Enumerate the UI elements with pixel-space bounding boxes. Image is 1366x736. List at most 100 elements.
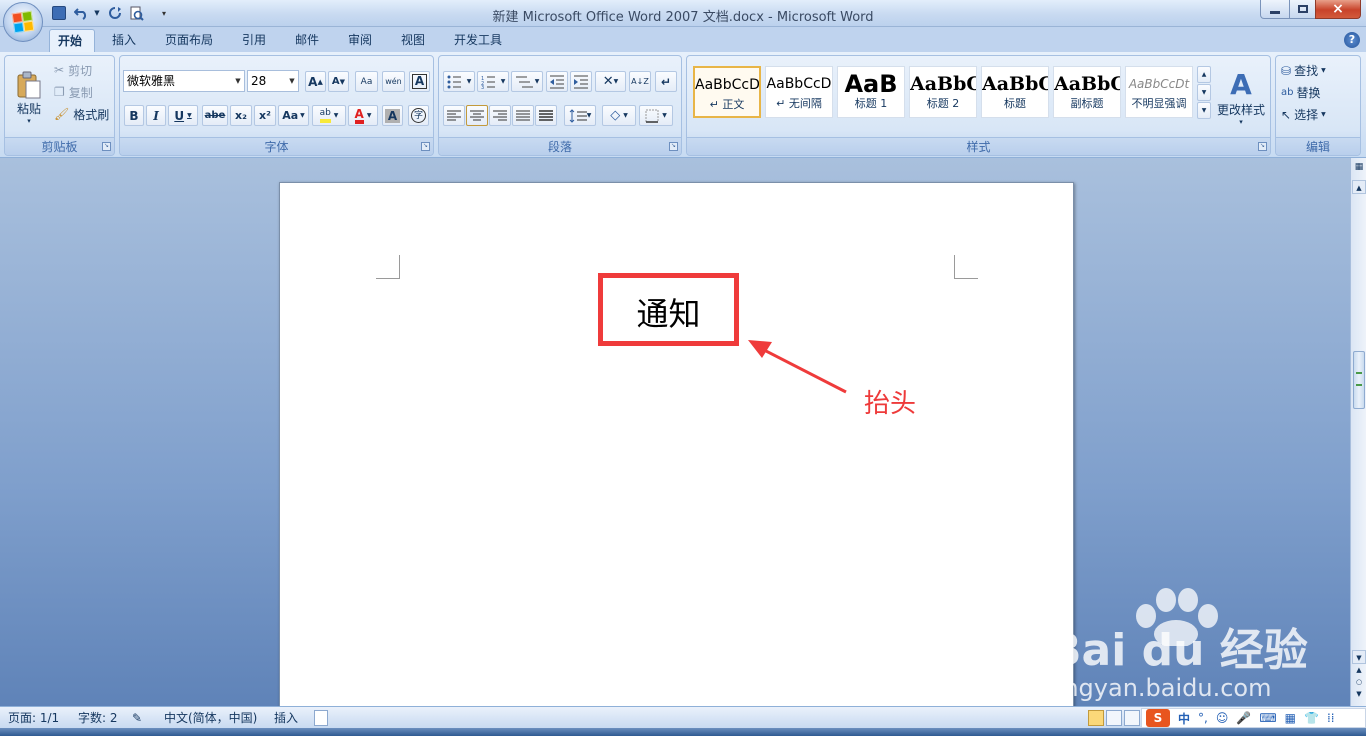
language-status[interactable]: 中文(简体，中国) [164, 710, 257, 726]
styles-scroll-up-button[interactable]: ▲ [1197, 66, 1211, 83]
decrease-indent-button[interactable] [546, 71, 568, 92]
next-page-icon[interactable]: ▼ [1352, 690, 1366, 702]
italic-button[interactable]: I [146, 105, 166, 126]
page-count[interactable]: 页面: 1/1 [8, 710, 59, 726]
restore-button[interactable] [1289, 0, 1316, 19]
style-subtitle[interactable]: AaBbC 副标题 [1053, 66, 1121, 118]
line-spacing-button[interactable]: ▼ [564, 105, 596, 126]
document-heading[interactable]: 通知 [598, 289, 739, 335]
align-left-button[interactable] [443, 105, 465, 126]
ime-language-toggle[interactable]: 中 [1178, 710, 1190, 727]
sort-button[interactable]: A↓Z [629, 71, 651, 92]
font-color-button[interactable]: A ▼ [348, 105, 378, 126]
browse-object-icon[interactable]: ○ [1352, 678, 1366, 690]
numbering-button[interactable]: 1 2 3 ▼ [477, 71, 509, 92]
insert-mode[interactable]: 插入 [274, 710, 298, 726]
ime-toolbox-icon[interactable]: ▦ [1285, 711, 1296, 725]
undo-icon[interactable] [72, 4, 90, 22]
justify-button[interactable] [512, 105, 534, 126]
character-shading-button[interactable]: A [382, 105, 403, 126]
tab-review[interactable]: 审阅 [340, 29, 380, 52]
tab-home[interactable]: 开始 [49, 29, 95, 52]
change-case-button[interactable]: Aa ▼ [278, 105, 309, 126]
tab-view[interactable]: 视图 [393, 29, 433, 52]
highlight-color-button[interactable]: ab ▼ [312, 105, 346, 126]
punctuation-icon[interactable]: °, [1198, 711, 1208, 725]
shading-button[interactable]: ◇ ▼ [602, 105, 636, 126]
tab-insert[interactable]: 插入 [104, 29, 144, 52]
increase-indent-button[interactable] [570, 71, 592, 92]
style-title[interactable]: AaBbC 标题 [981, 66, 1049, 118]
underline-button[interactable]: U ▼ [168, 105, 198, 126]
grow-font-button[interactable]: A ▲ [305, 71, 326, 92]
scroll-up-button[interactable]: ▲ [1352, 180, 1366, 194]
style-no-spacing[interactable]: AaBbCcD ↵ 无间隔 [765, 66, 833, 118]
microphone-icon[interactable]: 🎤 [1236, 711, 1251, 725]
paragraph-launcher-icon[interactable]: ↘ [669, 142, 678, 151]
save-icon[interactable] [50, 4, 68, 22]
style-heading-2[interactable]: AaBbC 标题 2 [909, 66, 977, 118]
style-subtle-emphasis[interactable]: AaBbCcDt 不明显强调 [1125, 66, 1193, 118]
style-heading-1[interactable]: AaB 标题 1 [837, 66, 905, 118]
styles-launcher-icon[interactable]: ↘ [1258, 142, 1267, 151]
tab-mailings[interactable]: 邮件 [287, 29, 327, 52]
skin-icon[interactable]: 👕 [1304, 711, 1319, 725]
help-icon[interactable]: ? [1344, 32, 1360, 48]
align-right-button[interactable] [489, 105, 511, 126]
clipboard-launcher-icon[interactable]: ↘ [102, 142, 111, 151]
subscript-button[interactable]: x₂ [230, 105, 252, 126]
keyboard-icon[interactable]: ⌨ [1259, 711, 1276, 725]
ruler-toggle-icon[interactable]: ▦ [1353, 162, 1365, 176]
sogou-ime-icon[interactable]: S [1146, 709, 1170, 727]
align-center-button[interactable] [466, 105, 488, 126]
print-layout-view-icon[interactable] [1088, 710, 1104, 726]
emoji-icon[interactable]: ☺ [1216, 711, 1229, 725]
scroll-down-button[interactable]: ▼ [1352, 650, 1366, 664]
redo-icon[interactable] [106, 4, 124, 22]
web-layout-view-icon[interactable] [1124, 710, 1140, 726]
multilevel-list-button[interactable]: ▼ [511, 71, 543, 92]
superscript-button[interactable]: x² [254, 105, 276, 126]
close-button[interactable]: × [1315, 0, 1361, 19]
macro-record-icon[interactable] [314, 710, 328, 726]
character-border-button[interactable]: A [409, 71, 430, 92]
styles-scroll-down-button[interactable]: ▼ [1197, 84, 1211, 101]
find-button[interactable]: ⛁ 查找 ▼ [1280, 61, 1327, 80]
full-screen-reading-icon[interactable] [1106, 710, 1122, 726]
undo-dropdown-icon[interactable]: ▼ [92, 4, 102, 22]
bold-button[interactable]: B [124, 105, 144, 126]
asian-layout-button[interactable]: ✕ ▼ [595, 71, 626, 92]
style-normal[interactable]: AaBbCcD ↵ 正文 [693, 66, 761, 118]
select-button[interactable]: ↖ 选择 ▼ [1280, 105, 1327, 124]
ime-grid-icon[interactable]: ⁞⁞ [1327, 711, 1335, 725]
cut-button[interactable]: ✂ 剪切 [53, 61, 93, 79]
previous-page-icon[interactable]: ▲ [1352, 666, 1366, 678]
tab-developer[interactable]: 开发工具 [446, 29, 510, 52]
distributed-button[interactable] [535, 105, 557, 126]
font-launcher-icon[interactable]: ↘ [421, 142, 430, 151]
clear-formatting-button[interactable]: Aa [355, 71, 378, 92]
paste-button[interactable]: 粘贴 ▾ [9, 60, 49, 134]
change-styles-button[interactable]: A 更改样式 ▾ [1215, 60, 1267, 134]
proofing-icon[interactable]: ✎ [132, 710, 142, 726]
copy-button[interactable]: ❐ 复制 [53, 83, 94, 101]
minimize-button[interactable] [1260, 0, 1290, 19]
scroll-thumb[interactable] [1353, 351, 1365, 409]
show-marks-button[interactable]: ↵ [655, 71, 677, 92]
tab-references[interactable]: 引用 [234, 29, 274, 52]
replace-button[interactable]: ab 替换 [1280, 83, 1322, 102]
format-painter-button[interactable]: 🖌 格式刷 [53, 105, 110, 123]
bullets-button[interactable]: ▼ [443, 71, 475, 92]
borders-button[interactable]: ▼ [639, 105, 673, 126]
print-preview-icon[interactable] [127, 4, 145, 22]
font-family-select[interactable]: 微软雅黑 ▼ [123, 70, 245, 92]
vertical-scrollbar[interactable]: ▦ ▲ ▼ ▲ ○ ▼ [1350, 158, 1366, 706]
shrink-font-button[interactable]: A ▼ [328, 71, 349, 92]
enclose-characters-button[interactable]: 字 [408, 105, 429, 126]
word-count[interactable]: 字数: 2 [78, 710, 118, 726]
strikethrough-button[interactable]: abe [202, 105, 228, 126]
font-size-select[interactable]: 28 ▼ [247, 70, 299, 92]
office-button[interactable] [3, 2, 43, 42]
qat-customize-icon[interactable]: ▾ [158, 4, 170, 22]
styles-more-button[interactable]: ▼ [1197, 102, 1211, 119]
